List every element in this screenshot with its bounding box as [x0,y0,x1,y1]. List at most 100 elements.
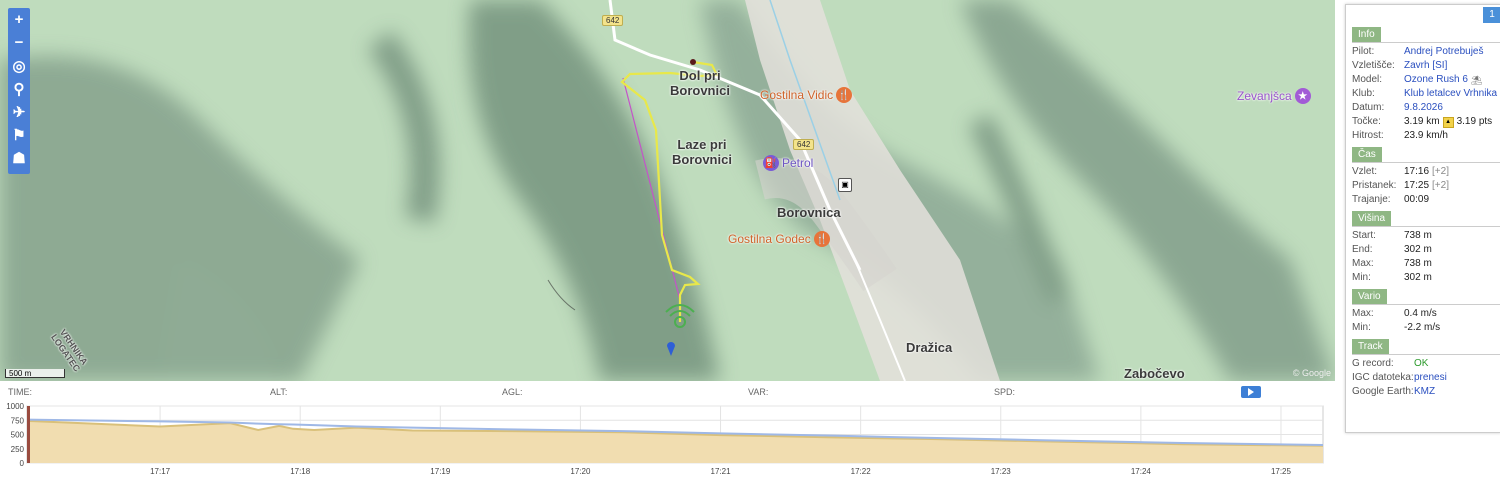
x-tick-label: 17:18 [290,467,311,476]
flight-info-panel: 1 Info Pilot: Andrej Potrebuješ Vzletišče:… [1345,4,1500,433]
visina-section: Višina Start: 738 m End: 302 m Max: 738 m Min:… [1352,207,1500,285]
poi-gostilna-vidic[interactable]: Gostilna Vidic 🍴 [760,87,853,103]
poi-zevanjsca[interactable]: Zevanjšca ★ [1237,88,1311,104]
road-badge: 642 [602,15,624,26]
zoom-in-icon[interactable]: + [8,8,30,31]
poi-label: Petrol [782,156,814,170]
x-tick-label: 17:20 [570,467,591,476]
info-row-value[interactable]: Andrej Potrebuješ [1404,45,1484,59]
info-row-value[interactable]: Zavrh [SI] [1404,59,1447,73]
y-tick-label: 0 [20,459,25,468]
map-toolbar: + − ◎ ⚲ ✈ ⚑ ☗ [8,8,30,174]
y-tick-label: 1000 [6,402,24,411]
var-label: VAR: [748,387,769,397]
place-label-zabocevo: Zabočevo [1124,366,1185,381]
zoom-out-icon[interactable]: − [8,31,30,54]
plane-icon[interactable]: ✈ [8,100,30,123]
cas-row: Pristanek: 17:25 [+2] [1352,179,1500,193]
x-tick-label: 17:21 [711,467,732,476]
group-icon[interactable]: ☗ [8,146,30,169]
restaurant-icon: 🍴 [836,87,853,103]
visina-row: Max: 738 m [1352,257,1500,271]
track-row-value[interactable]: prenesi [1414,371,1447,385]
cas-section-title: Čas [1352,147,1382,162]
cas-row-key: Trajanje: [1352,194,1391,205]
y-tick-label: 250 [11,445,25,454]
scale-bar: 500 m [5,369,65,378]
track-row: G record: OK [1352,357,1500,371]
vario-row: Max: 0.4 m/s [1352,307,1500,321]
restaurant-icon: 🍴 [813,231,830,247]
place-label-dol: Dol pri Borovnici [670,68,730,98]
track-row-key: Google Earth: [1352,386,1414,397]
visina-row-key: Max: [1352,258,1374,269]
info-row-value[interactable]: Ozone Rush 6 [1404,73,1468,87]
cas-row-key: Vzlet: [1352,166,1378,177]
timezone-offset: [+2] [1432,166,1449,177]
vario-section: Vario Max: 0.4 m/s Min: -2.2 m/s [1352,285,1500,335]
track-row-key: G record: [1352,358,1394,369]
poi-petrol[interactable]: ⛽ Petrol [763,155,813,171]
visina-row-value: 302 m [1404,272,1432,283]
visina-row: End: 302 m [1352,243,1500,257]
info-row-key: Vzletišče: [1352,60,1395,71]
flag-icon[interactable]: ⚑ [8,123,30,146]
marker-icon[interactable]: ⚲ [8,77,30,100]
map-view[interactable]: Dol pri Borovnici Laze pri Borovnici Bor… [0,0,1335,381]
time-cursor [27,406,30,463]
cas-row-value: 17:16 [1404,166,1430,177]
x-tick-label: 17:25 [1271,467,1292,476]
cas-row-value: 00:09 [1404,194,1430,205]
info-row-value: 23.9 km/h [1404,130,1448,141]
info-row-key: Model: [1352,74,1383,85]
attraction-icon: ★ [1294,88,1311,104]
glider-icon: ⛱ [1470,75,1483,85]
place-label-borovnica: Borovnica [777,205,841,220]
x-tick-label: 17:22 [851,467,872,476]
visina-row-key: Min: [1352,272,1371,283]
info-row-value[interactable]: Klub letalcev Vrhnika [1404,87,1497,101]
visina-row-key: End: [1352,244,1373,255]
visina-row: Start: 738 m [1352,229,1500,243]
info-row: Datum: 9.8.2026 [1352,101,1500,115]
altitude-profile-chart[interactable]: 0 250 500 750 1000 17:17 17:18 17:19 17:20 17:21 1… [0,402,1335,481]
points-value: 3.19 pts [1456,116,1493,127]
track-row-value[interactable]: KMZ [1414,385,1435,399]
track-section: Track G record: OK IGC datoteka: prenesi Goo… [1352,335,1500,399]
track-row-key: IGC datoteka: [1352,372,1414,383]
info-row-key: Hitrost: [1352,130,1384,141]
agl-label: AGL: [502,387,523,397]
visina-row-value: 738 m [1404,258,1432,269]
info-row: Hitrost: 23.9 km/h [1352,129,1500,143]
info-row: Klub: Klub letalcev Vrhnika [1352,87,1500,101]
play-icon [1248,388,1254,396]
terrain-layer [0,0,1335,381]
bus-stop-icon[interactable]: ▣ [838,178,852,192]
visina-row-value: 302 m [1404,244,1432,255]
info-row: Vzletišče: Zavrh [SI] [1352,59,1500,73]
info-row-value: 3.19 km [1404,116,1440,127]
play-button[interactable] [1241,386,1261,398]
x-tick-label: 17:19 [430,467,451,476]
road-badge: 642 [793,139,815,150]
cas-row-value: 17:25 [1404,180,1430,191]
page-badge[interactable]: 1 [1483,7,1500,23]
time-label: TIME: [8,387,32,397]
locate-icon[interactable]: ◎ [8,54,30,77]
x-tick-label: 17:17 [150,467,171,476]
poi-label: Gostilna Vidic [760,88,834,102]
timezone-offset: [+2] [1432,180,1449,191]
visina-row: Min: 302 m [1352,271,1500,285]
track-row-value: OK [1414,358,1429,369]
x-tick-label: 17:23 [991,467,1012,476]
vario-row-key: Min: [1352,322,1371,333]
visina-row-value: 738 m [1404,230,1432,241]
info-row-key: Pilot: [1352,46,1375,57]
poi-label: Zevanjšca [1237,89,1292,103]
info-row-value[interactable]: 9.8.2026 [1404,101,1443,115]
place-label-drazica: Dražica [906,340,953,355]
info-row: Pilot: Andrej Potrebuješ [1352,45,1500,59]
poi-gostilna-godec[interactable]: Gostilna Godec 🍴 [728,231,830,247]
cas-row: Vzlet: 17:16 [+2] [1352,165,1500,179]
y-tick-label: 750 [11,416,25,425]
